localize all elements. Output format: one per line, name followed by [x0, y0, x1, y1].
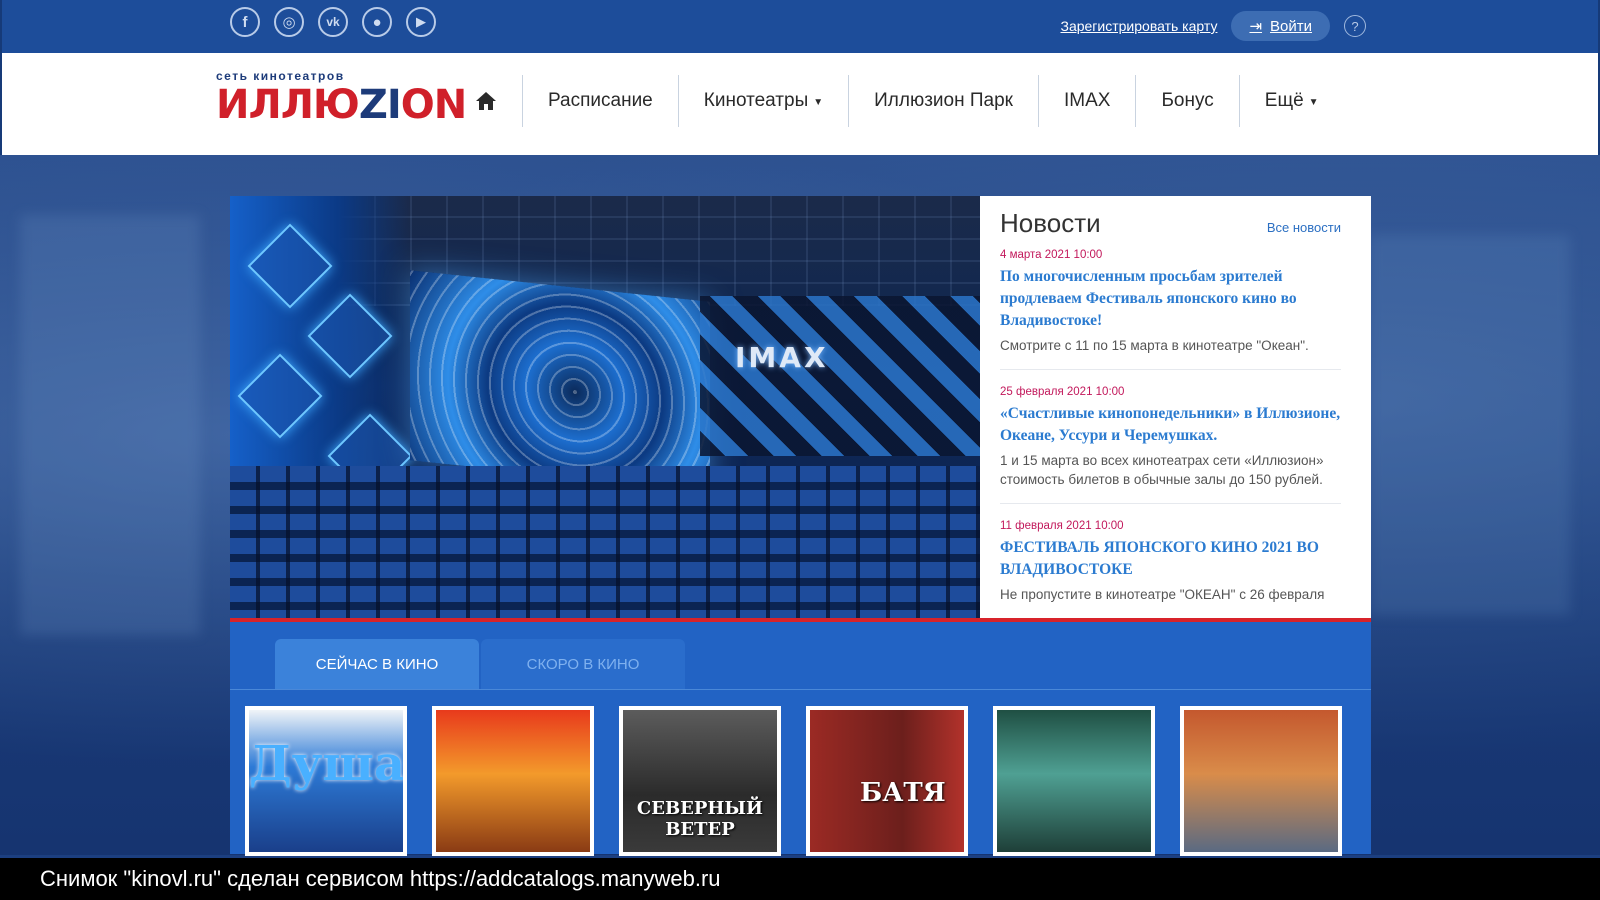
- nav-cinemas[interactable]: Кинотеатры ▼: [679, 75, 850, 127]
- main-nav: Расписание Кинотеатры ▼ Иллюзион Парк IMA…: [457, 75, 1344, 127]
- facebook-icon[interactable]: f: [230, 7, 260, 37]
- poster-title: БАТЯ: [860, 778, 946, 808]
- poster-title: СЕВЕРНЫЙ ВЕТЕР: [636, 798, 764, 840]
- nav-home[interactable]: [457, 75, 523, 127]
- logo[interactable]: сеть кинотеатров ИЛЛЮZION: [216, 69, 467, 128]
- nav-cinemas-label: Кинотеатры: [703, 90, 809, 111]
- hero-diamond-wall: [700, 296, 980, 456]
- vk-icon[interactable]: vk: [318, 7, 348, 37]
- poster-list: Душа СЕВЕРНЫЙ ВЕТЕР БАТЯ: [245, 706, 1342, 856]
- hero-seats: [230, 466, 980, 618]
- tabs-divider: [230, 689, 1371, 690]
- movie-poster[interactable]: [993, 706, 1155, 856]
- nav-more[interactable]: Ещё ▼: [1240, 75, 1344, 127]
- nav-more-label: Ещё: [1264, 90, 1304, 111]
- login-icon: ⇥: [1249, 18, 1263, 35]
- login-label: Войти: [1270, 17, 1312, 35]
- all-news-link[interactable]: Все новости: [1267, 220, 1341, 235]
- news-headline-link[interactable]: «Счастливые кинопонедельники» в Иллюзион…: [1000, 403, 1341, 447]
- caret-down-icon: ▼: [813, 97, 824, 108]
- apple-icon[interactable]: ●: [362, 7, 392, 37]
- nav-bonus[interactable]: Бонус: [1136, 75, 1240, 127]
- nav-schedule[interactable]: Расписание: [523, 75, 679, 127]
- tab-now-showing[interactable]: СЕЙЧАС В КИНО: [275, 639, 479, 689]
- nav-illusion-park[interactable]: Иллюзион Парк: [849, 75, 1039, 127]
- social-links: f ◎ vk ● ▶: [230, 7, 436, 37]
- news-panel: Новости Все новости 4 марта 2021 10:00 П…: [980, 196, 1371, 618]
- news-headline-link[interactable]: По многочисленным просьбам зрителей прод…: [1000, 266, 1341, 332]
- home-icon: [476, 92, 496, 110]
- tab-coming-soon[interactable]: СКОРО В КИНО: [481, 639, 685, 689]
- logo-tagline: сеть кинотеатров: [216, 69, 345, 83]
- news-summary: Не пропустите в кинотеатре "ОКЕАН" с 26 …: [1000, 587, 1325, 602]
- logo-part-a: ИЛЛЮ: [216, 82, 360, 128]
- account-area: Зарегистрировать карту ⇥ Войти ?: [1060, 11, 1366, 41]
- news-summary: Смотрите с 11 по 15 марта в кинотеатре "…: [1000, 338, 1309, 353]
- main-header: сеть кинотеатров ИЛЛЮZION Расписание Кин…: [0, 53, 1600, 155]
- news-headline-link[interactable]: ФЕСТИВАЛЬ ЯПОНСКОГО КИНО 2021 ВО ВЛАДИВО…: [1000, 537, 1341, 581]
- films-tabs: СЕЙЧАС В КИНО СКОРО В КИНО: [275, 639, 685, 689]
- news-item: 11 февраля 2021 10:00 ФЕСТИВАЛЬ ЯПОНСКОГ…: [1000, 520, 1341, 618]
- movie-poster[interactable]: [1180, 706, 1342, 856]
- hero-cinema-screen: [410, 270, 710, 492]
- movie-poster[interactable]: [432, 706, 594, 856]
- hero-imax-sign: IMAX: [735, 341, 829, 374]
- caret-down-icon: ▼: [1308, 97, 1319, 108]
- poster-title: Душа: [249, 736, 406, 792]
- news-item: 25 февраля 2021 10:00 «Счастливые кинопо…: [1000, 386, 1341, 504]
- movie-poster[interactable]: СЕВЕРНЫЙ ВЕТЕР: [619, 706, 781, 856]
- news-title: Новости: [1000, 208, 1101, 238]
- top-bar: f ◎ vk ● ▶ Зарегистрировать карту ⇥ Войт…: [0, 0, 1600, 53]
- news-summary: 1 и 15 марта во всех кинотеатрах сети «И…: [1000, 453, 1324, 487]
- movie-poster[interactable]: Душа: [245, 706, 407, 856]
- help-icon[interactable]: ?: [1344, 15, 1366, 37]
- instagram-icon[interactable]: ◎: [274, 7, 304, 37]
- news-date: 25 февраля 2021 10:00: [1000, 386, 1125, 398]
- nav-imax[interactable]: IMAX: [1039, 75, 1137, 127]
- news-header: Новости Все новости: [1000, 208, 1341, 239]
- logo-wordmark: ИЛЛЮZION: [216, 82, 467, 128]
- login-button[interactable]: ⇥ Войти: [1231, 11, 1330, 41]
- register-card-link[interactable]: Зарегистрировать карту: [1060, 18, 1217, 34]
- movie-poster[interactable]: БАТЯ: [806, 706, 968, 856]
- news-item: 4 марта 2021 10:00 По многочисленным про…: [1000, 249, 1341, 370]
- news-date: 4 марта 2021 10:00: [1000, 249, 1103, 261]
- google-play-icon[interactable]: ▶: [406, 7, 436, 37]
- screenshot-caption: Снимок "kinovl.ru" сделан сервисом https…: [0, 858, 1600, 900]
- hero-banner[interactable]: IMAX: [230, 196, 980, 618]
- news-date: 11 февраля 2021 10:00: [1000, 520, 1124, 532]
- films-section: СЕЙЧАС В КИНО СКОРО В КИНО Душа СЕВЕРНЫЙ…: [230, 622, 1371, 856]
- logo-part-b: ZI: [358, 82, 402, 128]
